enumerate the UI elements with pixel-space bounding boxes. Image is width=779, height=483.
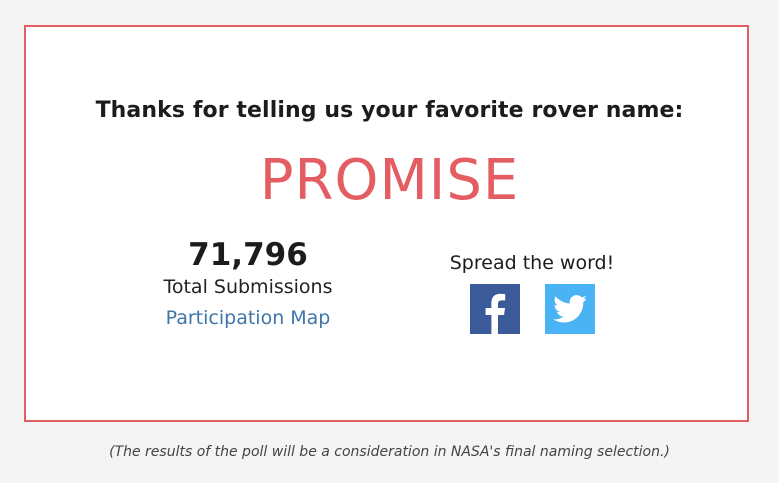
participation-map-link[interactable]: Participation Map — [166, 303, 331, 333]
share-label: Spread the word! — [449, 252, 615, 274]
facebook-share-button[interactable] — [469, 284, 520, 334]
share-buttons — [420, 284, 644, 334]
confirmation-card — [24, 25, 749, 422]
twitter-bird-icon — [552, 295, 587, 323]
thanks-heading: Thanks for telling us your favorite rove… — [95, 98, 684, 123]
selected-rover-name: PROMISE — [259, 148, 520, 213]
submission-stats: 71,796 Total Submissions Participation M… — [128, 236, 368, 333]
share-section: Spread the word! — [420, 250, 644, 334]
poll-disclaimer: (The results of the poll will be a consi… — [109, 444, 670, 460]
total-submissions-label: Total Submissions — [163, 276, 333, 298]
facebook-icon — [485, 293, 505, 334]
total-submissions-count: 71,796 — [188, 237, 308, 273]
twitter-share-button[interactable] — [544, 284, 595, 334]
